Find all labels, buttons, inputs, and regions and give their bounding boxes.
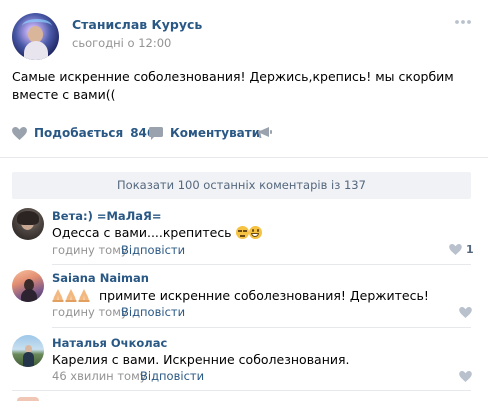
reply-button[interactable]: Відповісти: [140, 369, 204, 383]
comment-label: Коментувати: [170, 126, 261, 140]
like-label: Подобається: [34, 126, 124, 140]
comment-text: Карелия с вами. Искренние соболезнования…: [52, 352, 350, 367]
comment-avatar[interactable]: [12, 208, 44, 240]
post-text: Самые искренние соболезнования! Держись,…: [12, 69, 454, 102]
comment-bubble-icon: [149, 126, 163, 140]
post-author-name[interactable]: Станислав Курусь: [72, 17, 202, 32]
comment-avatar[interactable]: [12, 270, 44, 302]
praying-hands-emoji-icon: [65, 289, 77, 302]
heart-icon[interactable]: [459, 307, 472, 318]
comment-timestamp[interactable]: годину тому: [52, 305, 128, 319]
post-author-avatar[interactable]: [12, 13, 59, 60]
comment-timestamp[interactable]: годину тому: [52, 243, 128, 257]
heart-icon: [12, 126, 27, 140]
megaphone-icon[interactable]: [258, 127, 272, 139]
heart-icon: [449, 244, 462, 255]
actions-divider: [0, 157, 488, 158]
grinning-emoji-icon: [248, 226, 262, 239]
praying-hands-emoji-icon: [78, 289, 90, 302]
show-more-comments-button[interactable]: Показати 100 останніх коментарів із 137: [12, 172, 471, 199]
comment-divider: [12, 390, 471, 391]
comment-author[interactable]: Saiana Naiman: [52, 271, 149, 285]
comment-like-count: 1: [466, 243, 474, 256]
comment-like-button[interactable]: 1: [449, 243, 474, 256]
more-horizontal-icon[interactable]: [454, 18, 472, 26]
heart-icon[interactable]: [459, 371, 472, 382]
reply-button[interactable]: Відповісти: [121, 243, 185, 257]
unamused-emoji-icon: [235, 226, 249, 239]
praying-hands-emoji-icon: [52, 289, 64, 302]
comment-divider: [52, 264, 471, 265]
comment-avatar[interactable]: [12, 335, 44, 367]
comment-text: Одесса с вами....крепитесь: [52, 225, 262, 240]
like-button[interactable]: Подобається 846: [12, 126, 155, 140]
comment-text-content: Одесса с вами....крепитесь: [52, 225, 232, 240]
comment-author[interactable]: Вета:) =МаЛаЯ=: [52, 209, 162, 223]
comment-text: примите искренние соболезнования! Держит…: [52, 288, 429, 303]
comment-text-content: примите искренние соболезнования! Держит…: [98, 288, 429, 303]
comment-button[interactable]: Коментувати: [149, 126, 260, 140]
comment-divider: [52, 327, 471, 328]
post-timestamp[interactable]: сьогодні о 12:00: [72, 36, 171, 50]
comment-avatar[interactable]: [17, 397, 39, 401]
comment-timestamp[interactable]: 46 хвилин тому: [52, 369, 147, 383]
reply-button[interactable]: Відповісти: [121, 305, 185, 319]
comment-author[interactable]: Наталья Очколас: [52, 336, 167, 350]
